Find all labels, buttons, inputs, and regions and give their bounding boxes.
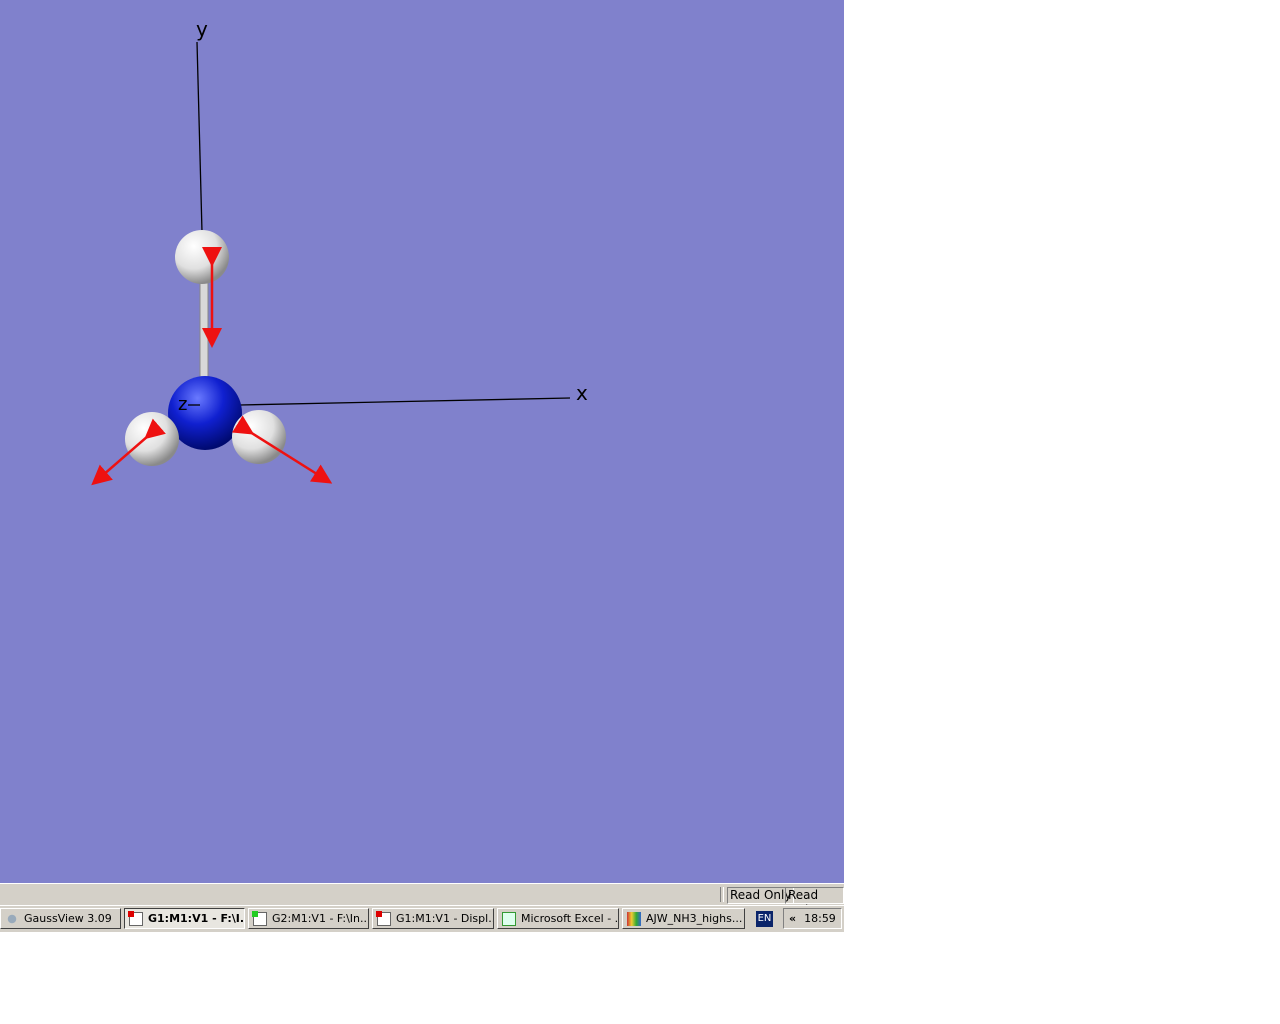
task-gaussview[interactable]: GaussView 3.09 [0, 908, 121, 929]
gaussview-icon [5, 911, 19, 926]
hydrogen-atom-left[interactable] [125, 412, 179, 466]
x-axis [239, 397, 571, 406]
x-axis-label: x [576, 381, 588, 405]
system-tray: « 18:59 [783, 908, 842, 929]
status-pane-read-only: Read Only [785, 887, 844, 917]
task-label: AJW_NH3_highs... [646, 912, 743, 925]
language-indicator[interactable]: EN [756, 911, 773, 927]
molecule-window-icon [376, 910, 391, 926]
y-axis [196, 41, 203, 233]
task-label: GaussView 3.09 [24, 912, 112, 925]
task-excel[interactable]: Microsoft Excel - ... [497, 908, 619, 929]
task-label: G1:M1:V1 - F:\I... [148, 912, 245, 925]
task-g1-m1-v1[interactable]: G1:M1:V1 - F:\I... [124, 908, 245, 929]
task-label: G1:M1:V1 - Displ... [396, 912, 494, 925]
molecule-window-icon [252, 910, 267, 926]
task-label: Microsoft Excel - ... [521, 912, 619, 925]
task-g2-m1-v1[interactable]: G2:M1:V1 - F:\In... [248, 908, 369, 929]
status-bar: Read Only Read Only [0, 883, 844, 917]
z-axis-label: z [178, 394, 187, 415]
molecule-viewer[interactable]: y x z [0, 0, 844, 883]
tray-expand-button[interactable]: « [789, 912, 796, 925]
task-g1-display[interactable]: G1:M1:V1 - Displ... [372, 908, 494, 929]
taskbar: GaussView 3.09 G1:M1:V1 - F:\I... G2:M1:… [0, 905, 844, 932]
bond-n-h [199, 269, 209, 381]
paint-icon [627, 911, 641, 926]
task-label: G2:M1:V1 - F:\In... [272, 912, 369, 925]
y-axis-label: y [196, 17, 208, 41]
excel-icon [502, 911, 516, 926]
task-paint[interactable]: AJW_NH3_highs... [622, 908, 745, 929]
molecule-canvas[interactable]: y x z [0, 0, 844, 883]
clock[interactable]: 18:59 [804, 912, 836, 925]
molecule-window-icon [128, 910, 143, 926]
hydrogen-atom-top[interactable] [175, 230, 229, 284]
